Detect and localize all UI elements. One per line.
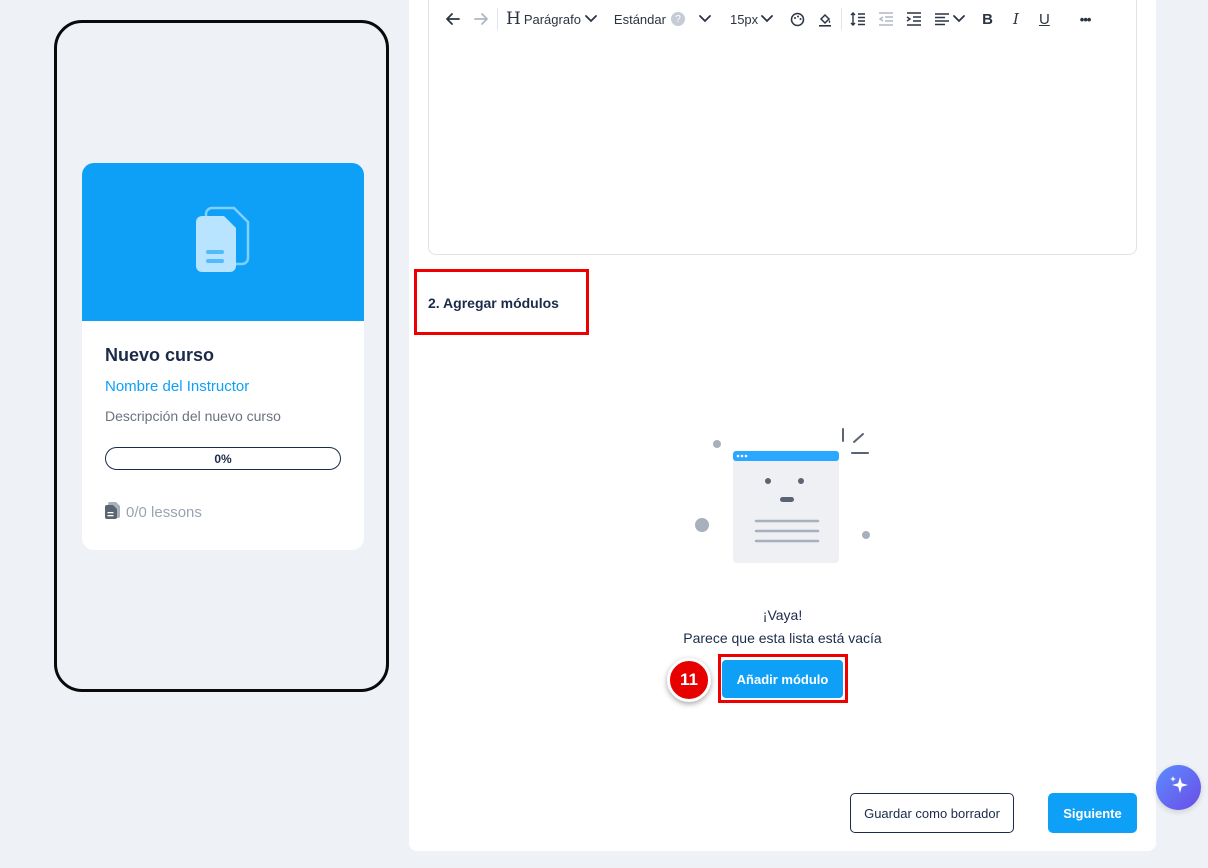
arrow-left-icon (445, 11, 461, 27)
outdent-button[interactable] (872, 0, 900, 38)
text-color-button[interactable] (780, 0, 811, 38)
empty-state-message: Parece que esta lista está vacía (683, 630, 882, 646)
course-card-banner (82, 163, 364, 321)
progress-label: 0% (214, 451, 232, 466)
empty-list-illustration (694, 425, 874, 585)
instructor-name: Nombre del Instructor (105, 378, 250, 395)
help-icon: ? (670, 12, 685, 26)
empty-state-title: ¡Vaya! (762, 607, 803, 623)
chevron-down-icon (584, 14, 598, 24)
chevron-down-icon (952, 14, 966, 24)
heading-dropdown[interactable]: H Parágrafo (500, 0, 604, 38)
highlight-color-button[interactable] (811, 0, 839, 38)
undo-button[interactable] (439, 0, 467, 38)
highlight-box-add-button (718, 654, 848, 703)
align-left-icon (934, 12, 950, 26)
course-card: Nuevo curso Nombre del Instructor Descri… (82, 163, 364, 550)
indent-icon (906, 12, 922, 26)
font-size-dropdown[interactable]: 15px (718, 0, 780, 38)
sparkle-icon (1168, 774, 1190, 801)
arrow-right-icon (473, 11, 489, 27)
toolbar-separator (841, 8, 843, 30)
underline-button[interactable]: U (1029, 0, 1060, 38)
line-height-icon (850, 12, 866, 26)
editor-toolbar: H Parágrafo Estándar ? 15px B I U ••• (429, 0, 1136, 38)
bold-button[interactable]: B (972, 0, 1003, 38)
heading-icon: H (506, 9, 521, 29)
rich-text-editor[interactable]: H Parágrafo Estándar ? 15px B I U ••• (428, 0, 1137, 255)
paint-bucket-icon (817, 11, 833, 27)
italic-button[interactable]: I (1003, 0, 1029, 38)
lesson-file-icon (105, 502, 120, 523)
italic-icon: I (1013, 10, 1019, 28)
line-height-button[interactable] (844, 0, 872, 38)
outdent-icon (878, 12, 894, 26)
course-title: Nuevo curso (105, 345, 215, 365)
underline-icon: U (1038, 10, 1050, 28)
more-dots-icon: ••• (1079, 11, 1092, 27)
toolbar-separator (497, 8, 498, 30)
course-form-panel: H Parágrafo Estándar ? 15px B I U ••• 2.… (409, 0, 1156, 851)
save-draft-button[interactable]: Guardar como borrador (850, 793, 1014, 833)
align-dropdown[interactable] (928, 0, 972, 38)
highlight-box-section (414, 269, 589, 335)
ai-assistant-button[interactable] (1156, 765, 1201, 810)
step-number-badge: 11 (667, 658, 711, 702)
documents-icon (194, 206, 252, 279)
indent-button[interactable] (900, 0, 928, 38)
font-dropdown[interactable]: Estándar ? (604, 0, 718, 38)
lessons-count: 0/0 lessons (105, 502, 341, 523)
font-label: Estándar (613, 11, 666, 27)
progress-bar: 0% (105, 447, 341, 470)
chevron-down-icon (698, 14, 712, 24)
mobile-preview-frame: Nuevo curso Nombre del Instructor Descri… (54, 20, 389, 692)
redo-button[interactable] (467, 0, 495, 38)
course-description: Descripción del nuevo curso (105, 408, 281, 424)
more-options-button[interactable]: ••• (1060, 0, 1097, 38)
next-button[interactable]: Siguiente (1048, 793, 1137, 833)
bold-icon: B (982, 10, 994, 28)
lessons-label: 0/0 lessons (126, 504, 202, 521)
font-size-label: 15px (729, 11, 759, 27)
palette-icon (790, 12, 805, 27)
chevron-down-icon (760, 14, 774, 24)
heading-label: Parágrafo (523, 11, 581, 27)
